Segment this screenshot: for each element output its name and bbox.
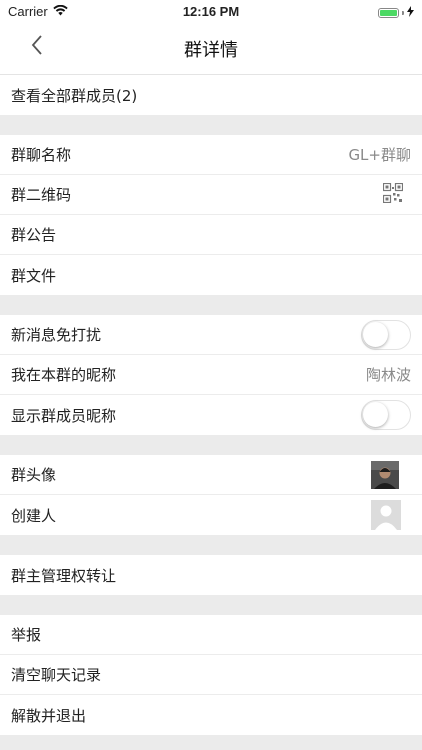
settings-section: 新消息免打扰 我在本群的昵称 陶林波 显示群成员昵称: [0, 315, 422, 435]
creator-row[interactable]: 创建人: [0, 495, 422, 535]
group-info-section: 群聊名称 GL+群聊 群二维码 群公告 群文件: [0, 135, 422, 295]
dnd-label: 新消息免打扰: [11, 326, 102, 344]
avatars-section: 群头像 创建人: [0, 455, 422, 535]
my-nickname-label: 我在本群的昵称: [11, 366, 117, 384]
view-all-members-label: 查看全部群成员(2): [11, 86, 138, 105]
group-files-row[interactable]: 群文件: [0, 255, 422, 295]
dnd-row: 新消息免打扰: [0, 315, 422, 355]
battery-icon: [378, 7, 399, 18]
group-notice-label: 群公告: [11, 226, 57, 244]
report-row[interactable]: 举报: [0, 615, 422, 655]
group-files-label: 群文件: [11, 266, 57, 285]
dnd-toggle[interactable]: [361, 319, 411, 350]
section-divider: [0, 435, 422, 455]
status-time: 12:16 PM: [182, 4, 240, 19]
show-nicknames-toggle[interactable]: [361, 400, 411, 430]
transfer-ownership-row[interactable]: 群主管理权转让: [0, 555, 422, 595]
dissolve-exit-row[interactable]: 解散并退出: [0, 695, 422, 735]
page-title: 群详情: [184, 40, 238, 61]
group-qr-label: 群二维码: [11, 186, 72, 204]
group-avatar-row[interactable]: 群头像: [0, 455, 422, 495]
group-avatar-label: 群头像: [11, 466, 57, 484]
group-name-row[interactable]: 群聊名称 GL+群聊: [0, 135, 422, 175]
group-qr-row[interactable]: 群二维码: [0, 175, 422, 215]
group-name-label: 群聊名称: [11, 146, 72, 164]
section-divider: [0, 595, 422, 615]
actions-section: 举报 清空聊天记录 解散并退出: [0, 615, 422, 735]
toggle-knob: [363, 321, 388, 347]
group-notice-row[interactable]: 群公告: [0, 215, 422, 255]
battery-level-fill: [380, 9, 397, 16]
group-avatar-image: [371, 460, 399, 489]
group-name-value: GL+群聊: [348, 146, 411, 164]
show-nicknames-label: 显示群成员昵称: [11, 406, 117, 425]
transfer-ownership-label: 群主管理权转让: [11, 566, 117, 585]
status-bar: Carrier 12:16 PM: [0, 0, 422, 22]
qr-code-icon: [382, 182, 404, 207]
toggle-knob: [363, 402, 388, 427]
section-divider: [0, 535, 422, 555]
section-divider: [0, 115, 422, 135]
default-avatar-icon: [371, 500, 401, 530]
dissolve-exit-label: 解散并退出: [11, 706, 87, 725]
my-nickname-value: 陶林波: [365, 366, 411, 384]
report-label: 举报: [11, 626, 42, 644]
section-divider: [0, 295, 422, 315]
clear-history-row[interactable]: 清空聊天记录: [0, 655, 422, 695]
view-all-members-row[interactable]: 查看全部群成员(2): [0, 75, 422, 115]
battery-cap: [402, 10, 404, 15]
clear-history-label: 清空聊天记录: [11, 666, 102, 684]
members-section: 查看全部群成员(2): [0, 75, 422, 115]
my-nickname-row[interactable]: 我在本群的昵称 陶林波: [0, 355, 422, 395]
charging-bolt-icon: [407, 5, 414, 20]
show-nicknames-row: 显示群成员昵称: [0, 395, 422, 435]
battery-indicator: [378, 5, 414, 20]
creator-label: 创建人: [11, 506, 57, 525]
navigation-bar: 群详情: [0, 22, 422, 75]
transfer-section: 群主管理权转让: [0, 555, 422, 595]
